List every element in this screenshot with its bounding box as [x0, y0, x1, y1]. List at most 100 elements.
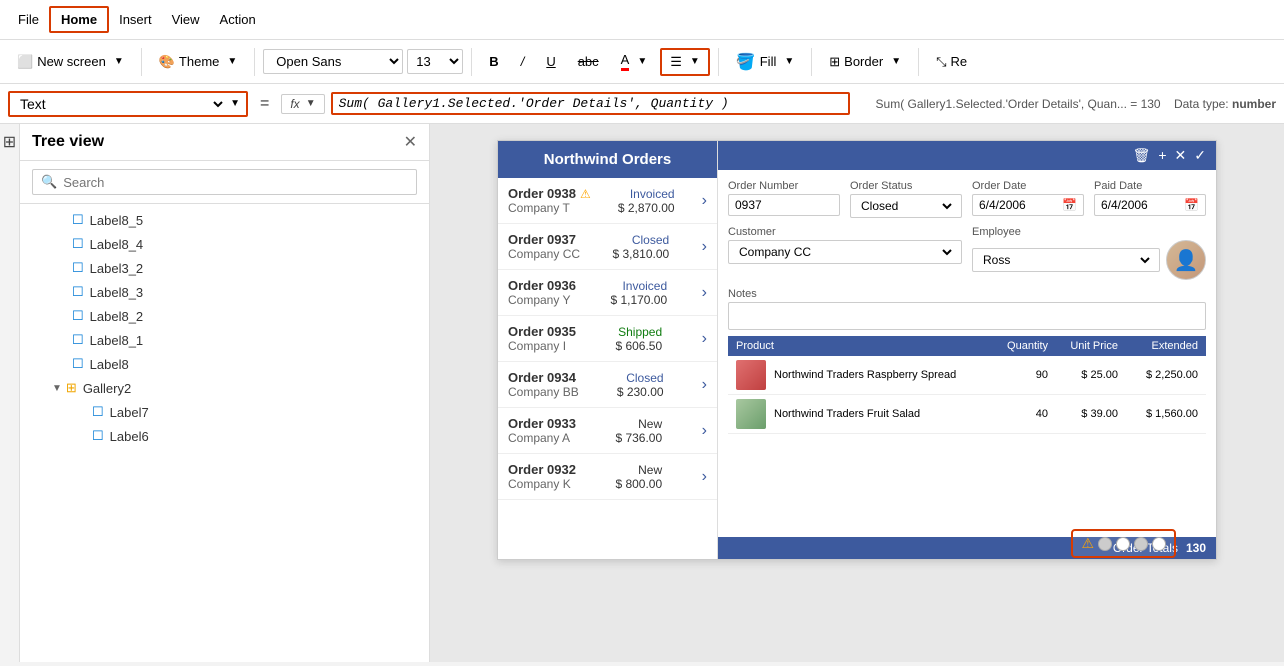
order-status-select[interactable]: Closed [857, 198, 955, 214]
new-screen-button[interactable]: ⬜ New screen ▼ [8, 49, 133, 75]
tree-item-label8_3[interactable]: ☐ Label8_3 [20, 280, 429, 304]
warning-icon: ⚠ [580, 187, 591, 201]
product-col-header: Product [736, 340, 988, 352]
slider-dot-3[interactable] [1134, 537, 1148, 551]
theme-chevron: ▼ [227, 56, 237, 67]
employee-field: Employee Ross 👤 [972, 226, 1206, 280]
products-header: Product Quantity Unit Price Extended [728, 336, 1206, 356]
product-row-1: Northwind Traders Fruit Salad 40 $ 39.00… [728, 395, 1206, 434]
underline-button[interactable]: U [537, 49, 564, 74]
gallery-item-0938[interactable]: Order 0938 ⚠ Company T Invoiced $ 2,870.… [498, 178, 717, 224]
tree-item-label: Label8 [90, 357, 129, 372]
menu-action[interactable]: Action [210, 8, 266, 31]
gallery-item-0937[interactable]: Order 0937 Company CC Closed $ 3,810.00 … [498, 224, 717, 270]
close-icon[interactable]: ✕ [1175, 147, 1187, 164]
text-color-chevron: ▼ [637, 56, 647, 67]
sep4 [718, 48, 719, 76]
sidebar: Tree view ✕ 🔍 ☐ Label8_5 ☐ Label8_4 ☐ [20, 124, 430, 662]
app-title: Northwind Orders [544, 151, 672, 168]
resize-button[interactable]: ⤡ Re [927, 49, 976, 75]
font-size-select[interactable]: 13 [407, 49, 463, 74]
collapse-icon: ▼ [52, 383, 62, 394]
tree-item-label8[interactable]: ☐ Label8 [20, 352, 429, 376]
tree-item-label3_2[interactable]: ☐ Label3_2 [20, 256, 429, 280]
strikethrough-button[interactable]: abc [569, 49, 608, 74]
qty-col-header: Quantity [988, 340, 1048, 352]
align-chevron: ▼ [690, 56, 700, 67]
gallery-item-0934[interactable]: Order 0934 Company BB Closed $ 230.00 › [498, 362, 717, 408]
paid-date-value: 6/4/2006 📅 [1094, 194, 1206, 216]
warning-icon-totals: ⚠ [1081, 535, 1094, 552]
border-button[interactable]: ⊞ Border ▼ [820, 49, 910, 75]
text-color-button[interactable]: A ▼ [612, 47, 657, 76]
fill-icon: 🪣 [736, 52, 756, 72]
employee-select[interactable]: Ross [979, 252, 1153, 268]
order-status-value[interactable]: Closed [850, 194, 962, 218]
product-name-1: Northwind Traders Fruit Salad [774, 408, 988, 420]
customer-select[interactable]: Company CC [735, 244, 955, 260]
tree-item-label7[interactable]: ☐ Label7 [20, 400, 429, 424]
tree-item-label: Label8_2 [90, 309, 144, 324]
italic-button[interactable]: / [512, 49, 534, 74]
order-date-field: Order Date 6/4/2006 📅 [972, 180, 1084, 218]
label-icon: ☐ [92, 404, 104, 420]
tree-item-label8_2[interactable]: ☐ Label8_2 [20, 304, 429, 328]
property-select[interactable]: Text [16, 95, 226, 113]
gallery-item-0933[interactable]: Order 0933 Company A New $ 736.00 › [498, 408, 717, 454]
align-button[interactable]: ☰ ▼ [660, 48, 710, 76]
notes-input[interactable] [728, 302, 1206, 330]
gallery-item-0936[interactable]: Order 0936 Company Y Invoiced $ 1,170.00… [498, 270, 717, 316]
menu-file[interactable]: File [8, 8, 49, 31]
resize-icon: ⤡ [936, 54, 946, 70]
theme-button[interactable]: 🎨 Theme ▼ [150, 49, 247, 75]
sidebar-close-button[interactable]: ✕ [404, 132, 417, 152]
tree-item-label: Label3_2 [90, 261, 144, 276]
search-input[interactable] [63, 175, 408, 190]
main-layout: ⊞ Tree view ✕ 🔍 ☐ Label8_5 ☐ Label8_4 [0, 124, 1284, 662]
delete-icon[interactable]: 🗑 [1133, 147, 1151, 164]
tree-item-label6[interactable]: ☐ Label6 [20, 424, 429, 448]
font-select[interactable]: Open Sans [263, 49, 403, 74]
notes-row: Notes [728, 288, 1206, 330]
tree-item-label8_1[interactable]: ☐ Label8_1 [20, 328, 429, 352]
tree-content: ☐ Label8_5 ☐ Label8_4 ☐ Label3_2 ☐ Label… [20, 204, 429, 662]
menu-home[interactable]: Home [49, 6, 109, 33]
menu-insert[interactable]: Insert [109, 8, 162, 31]
customer-value[interactable]: Company CC [728, 240, 962, 264]
employee-value[interactable]: Ross [972, 248, 1160, 272]
tree-item-label8_4[interactable]: ☐ Label8_4 [20, 232, 429, 256]
tree-item-label: Label8_5 [90, 213, 144, 228]
fill-button[interactable]: 🪣 Fill ▼ [727, 47, 803, 77]
detail-row-1: Order Number 0937 Order Status Closed [728, 180, 1206, 218]
product-qty-1: 40 [988, 408, 1048, 420]
detail-header: 🗑 + ✕ ✓ [718, 141, 1216, 170]
slider-dot-2[interactable] [1116, 537, 1130, 551]
slider-dot-1[interactable] [1098, 537, 1112, 551]
order-date-value: 6/4/2006 📅 [972, 194, 1084, 216]
equals-sign: = [254, 95, 275, 113]
theme-icon: 🎨 [159, 54, 175, 70]
tree-item-gallery2[interactable]: ▼ ⊞ Gallery2 [20, 376, 429, 400]
calendar-icon-2[interactable]: 📅 [1184, 198, 1199, 212]
layers-icon[interactable]: ⊞ [3, 132, 16, 152]
bold-button[interactable]: B [480, 49, 507, 74]
customer-field: Customer Company CC [728, 226, 962, 280]
slider-control[interactable] [1098, 537, 1166, 551]
check-icon[interactable]: ✓ [1194, 147, 1206, 164]
tree-item-label8_5[interactable]: ☐ Label8_5 [20, 208, 429, 232]
gallery-item-0932[interactable]: Order 0932 Company K New $ 800.00 › [498, 454, 717, 500]
align-icon: ☰ [670, 54, 682, 70]
product-qty-0: 90 [988, 369, 1048, 381]
order-number-value: 0937 [728, 194, 840, 216]
menu-view[interactable]: View [162, 8, 210, 31]
slider-dot-4[interactable] [1152, 537, 1166, 551]
new-screen-label: New screen [37, 54, 106, 69]
totals-control-box: ⚠ [1071, 529, 1176, 558]
fx-button[interactable]: fx ▼ [281, 94, 324, 114]
formula-input[interactable]: Sum( Gallery1.Selected.'Order Details', … [331, 92, 850, 115]
calendar-icon[interactable]: 📅 [1062, 198, 1077, 212]
gallery-item-0935[interactable]: Order 0935 Company I Shipped $ 606.50 › [498, 316, 717, 362]
add-icon[interactable]: + [1158, 147, 1166, 164]
gallery-arrow-icon: › [702, 376, 707, 394]
label-icon: ☐ [72, 236, 84, 252]
